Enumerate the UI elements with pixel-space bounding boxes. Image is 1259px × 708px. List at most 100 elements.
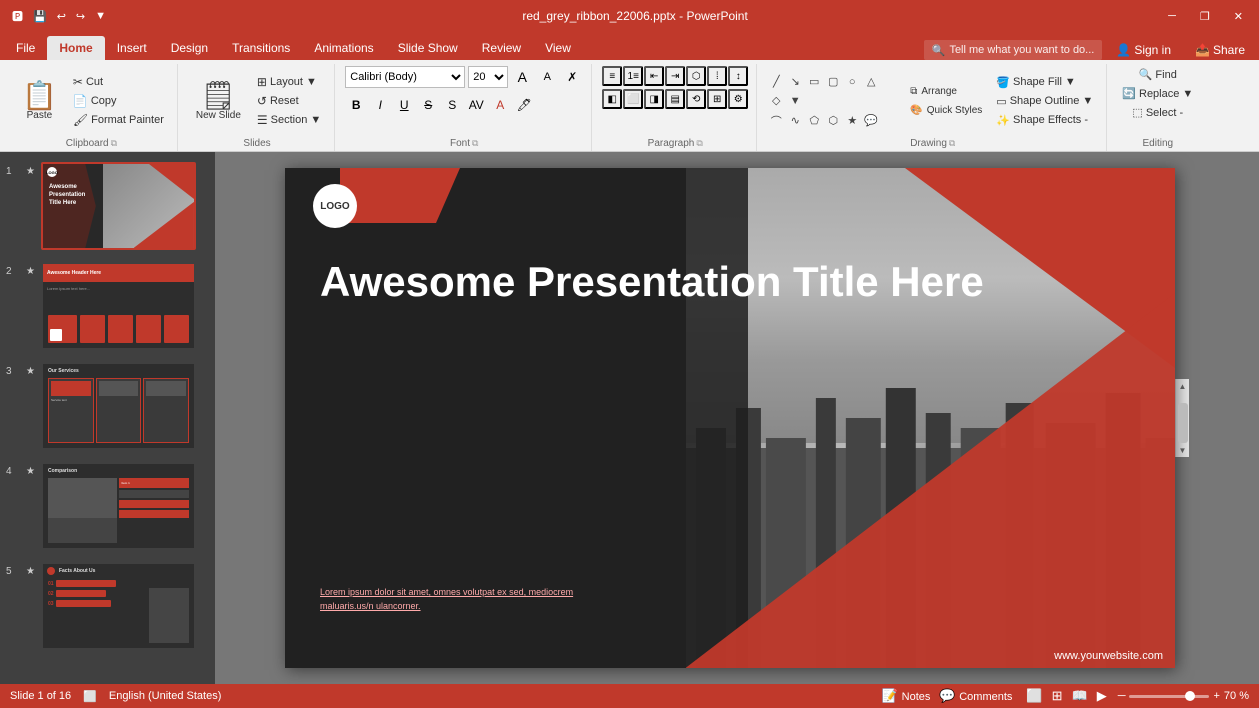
align-center-button[interactable]: ⬜ [623, 89, 643, 109]
cut-button[interactable]: ✂ Cut [68, 73, 169, 91]
tab-animations[interactable]: Animations [302, 36, 385, 60]
tab-file[interactable]: File [4, 36, 47, 60]
section-button[interactable]: ☰ Section ▼ [252, 111, 326, 129]
align-text-button[interactable]: ⊞ [707, 89, 727, 109]
diamond-shape[interactable]: ◇ [767, 92, 785, 110]
find-button[interactable]: 🔍 Find [1134, 66, 1182, 83]
redo-button[interactable]: ↪ [72, 8, 89, 25]
save-button[interactable]: 💾 [29, 8, 51, 25]
zoom-out-button[interactable]: ─ [1118, 690, 1126, 702]
strikethrough-button[interactable]: S [417, 94, 439, 116]
scroll-down-button[interactable]: ▼ [1176, 443, 1190, 457]
arrow-shape[interactable]: ↘ [786, 73, 804, 91]
tell-me-input[interactable]: Tell me what you want to do... [949, 44, 1094, 56]
format-painter-button[interactable]: 🖌 Format Painter [68, 111, 169, 129]
signin-button[interactable]: 👤 Sign in [1106, 40, 1181, 60]
zoom-in-button[interactable]: + [1213, 690, 1219, 702]
comments-button[interactable]: 💬 Comments [936, 687, 1015, 705]
drawing-expand-icon[interactable]: ⧉ [949, 138, 955, 149]
curve-shape[interactable]: ⌒ [767, 112, 785, 130]
layout-button[interactable]: ⊞ Layout ▼ [252, 73, 326, 91]
tab-slideshow[interactable]: Slide Show [386, 36, 470, 60]
customize-button[interactable]: ▼ [91, 8, 110, 24]
share-button[interactable]: 📤 Share [1185, 40, 1255, 60]
slideshow-button[interactable]: ▶ [1094, 687, 1110, 705]
slide-thumb-4[interactable]: 4 ★ Comparison Item 1 [4, 460, 211, 552]
line-spacing-button[interactable]: ↕ [728, 66, 748, 86]
char-spacing-button[interactable]: AV [465, 94, 487, 116]
tab-transitions[interactable]: Transitions [220, 36, 302, 60]
italic-button[interactable]: I [369, 94, 391, 116]
clear-format-button[interactable]: ✗ [561, 66, 583, 88]
notes-button[interactable]: 📝 Notes [879, 687, 934, 705]
close-button[interactable]: ✕ [1226, 8, 1251, 25]
restore-button[interactable]: ❐ [1192, 8, 1218, 25]
new-slide-button[interactable]: 🗒 New Slide [188, 78, 249, 125]
numbered-list-button[interactable]: 1≡ [623, 66, 643, 86]
paragraph-expand-icon[interactable]: ⧉ [696, 138, 702, 149]
pentagon-shape[interactable]: ⬠ [805, 112, 823, 130]
shape-outline-dropdown[interactable]: ▼ [1082, 95, 1093, 107]
slide-3-thumbnail[interactable]: Our Services Service text [41, 362, 196, 450]
shape-fill-button[interactable]: 🪣 Shape Fill ▼ [991, 74, 1098, 91]
increase-indent-button[interactable]: ⇥ [665, 66, 685, 86]
font-color-button[interactable]: A [489, 94, 511, 116]
add-smartart-button[interactable]: ⬡ [686, 66, 706, 86]
rounded-rect-shape[interactable]: ▢ [824, 73, 842, 91]
replace-dropdown[interactable]: ▼ [1182, 88, 1193, 100]
minimize-button[interactable]: ─ [1160, 8, 1184, 25]
slide-sorter-button[interactable]: ⊞ [1049, 687, 1066, 705]
tab-review[interactable]: Review [470, 36, 533, 60]
circle-shape[interactable]: ○ [843, 73, 861, 91]
paste-button[interactable]: 📋 Paste [14, 78, 65, 125]
vertical-scrollbar[interactable]: ▲ ▼ [1175, 379, 1189, 457]
decrease-font-button[interactable]: A [536, 66, 558, 88]
tab-home[interactable]: Home [47, 36, 104, 60]
bold-button[interactable]: B [345, 94, 367, 116]
slide-thumb-1[interactable]: 1 ★ AwesomePresentationTitle Here LOGO [4, 160, 211, 252]
reading-view-button[interactable]: 📖 [1069, 687, 1091, 705]
normal-view-button[interactable]: ⬜ [1023, 687, 1045, 705]
shape-outline-button[interactable]: ▭ Shape Outline ▼ [991, 93, 1098, 110]
callout-shape[interactable]: 💬 [862, 112, 880, 130]
slide-thumb-3[interactable]: 3 ★ Our Services Service text [4, 360, 211, 452]
text-direction-button[interactable]: ⟲ [686, 89, 706, 109]
font-size-select[interactable]: 20 [468, 66, 508, 88]
scroll-thumb[interactable] [1178, 403, 1188, 443]
columns-button[interactable]: ⁞ [707, 66, 727, 86]
line-shape[interactable]: ╱ [767, 73, 785, 91]
underline-button[interactable]: U [393, 94, 415, 116]
hexagon-shape[interactable]: ⬡ [824, 112, 842, 130]
decrease-indent-button[interactable]: ⇤ [644, 66, 664, 86]
rect-shape[interactable]: ▭ [805, 73, 823, 91]
triangle-shape[interactable]: △ [862, 73, 880, 91]
slide-canvas[interactable]: LOGO Awesome Presentation Title Here Lor… [285, 168, 1175, 668]
align-left-button[interactable]: ◧ [602, 89, 622, 109]
align-right-button[interactable]: ◨ [644, 89, 664, 109]
slide-thumb-2[interactable]: 2 ★ Awesome Header Here Lorem ipsum text… [4, 260, 211, 352]
slide-5-thumbnail[interactable]: Facts About Us 01 02 03 [41, 562, 196, 650]
freeform-shape[interactable]: ∿ [786, 112, 804, 130]
replace-button[interactable]: 🔄 Replace ▼ [1117, 85, 1198, 102]
slide-thumb-5[interactable]: 5 ★ Facts About Us 01 02 [4, 560, 211, 652]
font-family-select[interactable]: Calibri (Body) [345, 66, 465, 88]
clipboard-expand-icon[interactable]: ⧉ [111, 138, 117, 149]
star-shape[interactable]: ★ [843, 112, 861, 130]
shape-effects-button[interactable]: ✨ Shape Effects - [991, 112, 1098, 129]
slide-panel[interactable]: 1 ★ AwesomePresentationTitle Here LOGO 2… [0, 152, 215, 684]
increase-font-button[interactable]: A [511, 66, 533, 88]
tab-view[interactable]: View [533, 36, 583, 60]
copy-button[interactable]: 📄 Copy [68, 92, 169, 110]
font-expand-icon[interactable]: ⧉ [472, 138, 478, 149]
justify-button[interactable]: ▤ [665, 89, 685, 109]
shadow-button[interactable]: S [441, 94, 463, 116]
slide-1-thumbnail[interactable]: AwesomePresentationTitle Here LOGO [41, 162, 196, 250]
arrange-button[interactable]: ⧉ Arrange [904, 83, 988, 100]
undo-button[interactable]: ↩ [53, 8, 70, 25]
slide-4-thumbnail[interactable]: Comparison Item 1 [41, 462, 196, 550]
select-button[interactable]: ⬚ Select - [1127, 104, 1188, 121]
tab-insert[interactable]: Insert [105, 36, 159, 60]
bullet-list-button[interactable]: ≡ [602, 66, 622, 86]
shapes-more[interactable]: ▼ [786, 92, 804, 110]
scroll-up-button[interactable]: ▲ [1176, 379, 1190, 393]
